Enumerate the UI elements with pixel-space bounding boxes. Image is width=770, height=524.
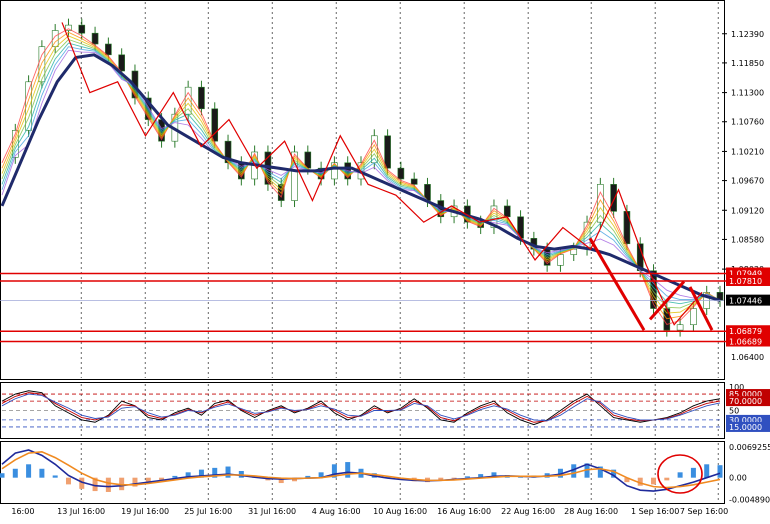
macd-histogram-bar xyxy=(451,477,457,479)
price-tick-label: 1.09120 xyxy=(731,206,764,215)
price-tick-label: 1.10760 xyxy=(731,118,764,127)
candle-body xyxy=(105,43,112,56)
candle-body xyxy=(676,324,684,331)
stochastic-level-label: 50 xyxy=(729,407,739,416)
candle-body xyxy=(118,54,125,72)
macd-histogram-bar xyxy=(651,477,657,485)
candle-body xyxy=(690,308,697,326)
price-tick-label: 1.09670 xyxy=(731,177,764,186)
x-tick-label: 31 Jul 16:00 xyxy=(248,507,296,516)
macd-histogram-bar xyxy=(704,464,710,478)
macd-tick-label: 0.00 xyxy=(729,474,747,483)
current-price-label: 1.07446 xyxy=(729,297,762,306)
candle-body xyxy=(198,86,205,110)
candle-body xyxy=(623,211,631,245)
x-tick-label: 16:00 xyxy=(11,507,34,516)
macd-histogram-bar xyxy=(39,468,45,478)
price-tick-label: 1.11850 xyxy=(731,59,764,68)
candle-body xyxy=(78,24,86,34)
x-tick-label: 22 Aug 16:00 xyxy=(501,507,555,516)
candle-body xyxy=(410,178,418,185)
macd-histogram-bar xyxy=(717,465,723,478)
candle-body xyxy=(211,108,219,142)
macd-histogram-bar xyxy=(52,475,58,478)
candle-body xyxy=(91,32,99,45)
price-tick-label: 1.10210 xyxy=(731,147,764,156)
macd-tick-label: 0.0069255 xyxy=(729,443,770,452)
x-tick-label: 7 Sep 16:00 xyxy=(680,507,728,516)
macd-histogram-bar xyxy=(26,464,32,478)
stochastic-level-label: 15.0000 xyxy=(729,423,762,432)
x-tick-label: 10 Aug 16:00 xyxy=(373,507,427,516)
x-tick-label: 28 Aug 16:00 xyxy=(564,507,618,516)
x-tick-label: 4 Aug 16:00 xyxy=(312,507,361,516)
candle-body xyxy=(397,167,405,180)
macd-histogram-bar xyxy=(172,475,178,478)
level-label: 1.06879 xyxy=(729,327,762,336)
macd-histogram-bar xyxy=(677,472,683,478)
x-tick-label: 13 Jul 16:00 xyxy=(57,507,105,516)
price-tick-label: 1.11300 xyxy=(731,89,764,98)
candle-body xyxy=(384,135,391,169)
candle-body xyxy=(557,254,564,266)
x-tick-label: 25 Jul 16:00 xyxy=(184,507,232,516)
chart-svg: 16:00 13 Jul 16:00 19 Jul 16:00 25 Jul 16:0… xyxy=(0,0,770,516)
macd-histogram-bar xyxy=(65,477,71,485)
price-tick-label: 1.06400 xyxy=(731,353,764,362)
macd-histogram-bar xyxy=(12,468,18,478)
macd-histogram-bar xyxy=(345,462,351,478)
macd-histogram-bar xyxy=(225,466,231,478)
macd-tick-label: -0.0048908 xyxy=(729,496,770,505)
level-label: 1.06689 xyxy=(729,338,762,347)
x-tick-label: 16 Aug 16:00 xyxy=(437,507,491,516)
level-label: 1.07810 xyxy=(729,277,762,286)
macd-histogram-bar xyxy=(0,473,5,478)
candle-body xyxy=(663,308,671,331)
macd-histogram-bar xyxy=(464,476,470,478)
price-tick-label: 1.08580 xyxy=(731,235,764,244)
price-tick-label: 1.12390 xyxy=(731,30,764,39)
candle-body xyxy=(610,184,617,212)
macd-histogram-bar xyxy=(664,477,670,481)
candle-body xyxy=(503,205,511,218)
x-tick-label: 19 Jul 16:00 xyxy=(121,507,169,516)
x-tick-label: 1 Sep 16:00 xyxy=(631,507,679,516)
stochastic-level-label: 70.0000 xyxy=(729,397,762,406)
macd-histogram-bar xyxy=(690,467,696,478)
chart-root: 16:00 13 Jul 16:00 19 Jul 16:00 25 Jul 16:0… xyxy=(0,0,770,520)
macd-histogram-bar xyxy=(105,477,111,492)
